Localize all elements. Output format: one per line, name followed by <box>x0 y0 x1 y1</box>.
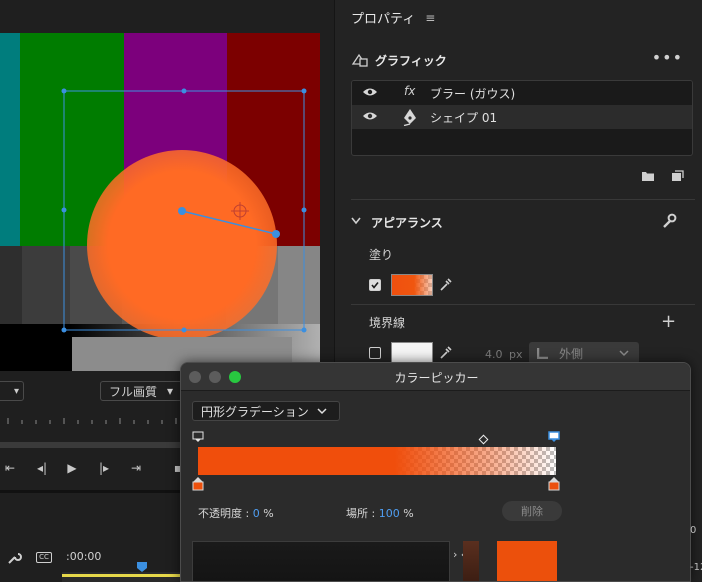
fit-dropdown[interactable]: ▾ <box>0 381 24 401</box>
wrench-icon[interactable] <box>661 213 677 229</box>
opacity-value[interactable]: 0 <box>253 507 260 520</box>
eyedropper-icon[interactable] <box>439 344 453 360</box>
quality-dropdown[interactable]: フル画質 ▾ <box>100 381 186 401</box>
fx-icon: fx <box>404 84 416 98</box>
fill-label: 塗り <box>369 248 394 262</box>
add-stroke-icon[interactable]: + <box>661 311 676 332</box>
panel-menu-icon[interactable]: ≡ <box>425 11 435 25</box>
audio-meter-label: 0 <box>690 525 697 536</box>
gray-bar <box>22 246 70 324</box>
stroke-color-swatch[interactable] <box>391 342 433 364</box>
check-icon <box>371 282 379 289</box>
chevron-down-icon <box>619 350 629 357</box>
mark-out-icon[interactable]: ⇥ <box>126 461 146 475</box>
divider <box>351 199 695 200</box>
chevron-down-icon: ▾ <box>13 385 19 397</box>
timeline-timecode: :00:00 <box>66 550 102 563</box>
opacity-stop-right-selected[interactable] <box>548 431 560 443</box>
stroke-type-dropdown[interactable]: 外側 <box>529 342 639 364</box>
stroke-width-unit: px <box>509 348 523 361</box>
eye-icon[interactable] <box>362 86 378 98</box>
new-layer-icon[interactable] <box>671 170 684 182</box>
new-color-swatch <box>497 541 557 581</box>
gradient-type-label: 円形グラデーション <box>201 404 309 419</box>
more-options-icon[interactable]: ••• <box>652 48 683 67</box>
eye-icon[interactable] <box>362 110 378 122</box>
graphic-section-header: グラフィック ••• <box>351 48 691 72</box>
playhead[interactable] <box>137 562 147 572</box>
gradient-bar[interactable] <box>198 447 556 475</box>
graphic-section-title: グラフィック <box>375 54 447 68</box>
layer-item[interactable]: シェイプ 01 <box>352 105 692 129</box>
stroke-width-value[interactable]: 4.0 <box>485 348 503 361</box>
color-stop-left[interactable] <box>192 477 204 491</box>
appearance-section-title: アピアランス <box>371 216 443 230</box>
video-preview[interactable] <box>0 33 320 371</box>
step-back-icon[interactable]: ◂| <box>32 461 52 475</box>
layer-label: シェイプ 01 <box>430 111 498 125</box>
color-stop-right[interactable] <box>548 477 560 491</box>
delete-stop-button[interactable]: 削除 <box>502 501 562 521</box>
appearance-section-header[interactable]: アピアランス <box>351 212 691 232</box>
color-picker-dialog: カラーピッカー 円形グラデーション 不透明度 : 0 % 場所 : 100 % … <box>180 362 691 582</box>
chevron-down-icon: ▾ <box>167 384 174 398</box>
panel-header: プロパティ ≡ <box>351 8 435 28</box>
audio-meter-label: -12 <box>690 562 702 573</box>
fill-checkbox[interactable] <box>369 279 381 291</box>
black-bar <box>0 324 70 371</box>
divider <box>351 304 695 305</box>
opacity-stop-left[interactable] <box>192 431 204 443</box>
quality-label: フル画質 <box>109 384 158 399</box>
play-icon[interactable]: ▶ <box>62 461 82 475</box>
gray-bar <box>278 246 320 324</box>
captions-icon[interactable]: CC <box>36 552 52 563</box>
dialog-title: カラーピッカー <box>394 371 479 385</box>
fill-color-swatch[interactable] <box>391 274 433 296</box>
opacity-midpoint[interactable] <box>478 434 489 445</box>
opacity-field: 不透明度 : 0 % <box>198 505 274 521</box>
location-label: 場所 : <box>346 507 379 520</box>
stroke-label: 境界線 <box>369 316 406 330</box>
blurred-circle-shape[interactable] <box>87 150 277 340</box>
eyedropper-icon[interactable] <box>439 276 453 292</box>
layer-label: ブラー (ガウス) <box>430 87 516 101</box>
stroke-outside-icon <box>537 348 548 359</box>
location-value[interactable]: 100 <box>379 507 400 520</box>
layer-item[interactable]: fx ブラー (ガウス) <box>352 81 692 105</box>
opacity-unit: % <box>259 507 274 520</box>
chevron-down-icon[interactable] <box>351 217 361 225</box>
gradient-type-dropdown[interactable]: 円形グラデーション <box>192 401 340 421</box>
gray-bar <box>0 246 22 324</box>
chevron-down-icon <box>317 407 327 414</box>
step-forward-icon[interactable]: |▸ <box>94 461 114 475</box>
color-bar-teal <box>0 33 20 246</box>
location-unit: % <box>399 507 414 520</box>
folder-icon[interactable] <box>641 170 655 182</box>
layer-list: fx ブラー (ガウス) シェイプ 01 <box>351 80 693 156</box>
dialog-titlebar[interactable]: カラーピッカー <box>181 363 690 391</box>
color-field[interactable] <box>192 541 450 581</box>
location-field: 場所 : 100 % <box>346 505 414 521</box>
hue-slider[interactable] <box>463 541 479 581</box>
graphic-shapes-icon <box>351 53 368 67</box>
panel-title: プロパティ <box>351 12 416 27</box>
stroke-checkbox[interactable] <box>369 347 381 359</box>
pen-tool-icon <box>403 109 416 126</box>
layer-actions <box>641 170 684 182</box>
opacity-label: 不透明度 : <box>198 507 253 520</box>
mark-in-icon[interactable]: ⇤ <box>0 461 20 475</box>
wrench-icon[interactable] <box>6 550 22 566</box>
stroke-type-label: 外側 <box>559 346 584 361</box>
